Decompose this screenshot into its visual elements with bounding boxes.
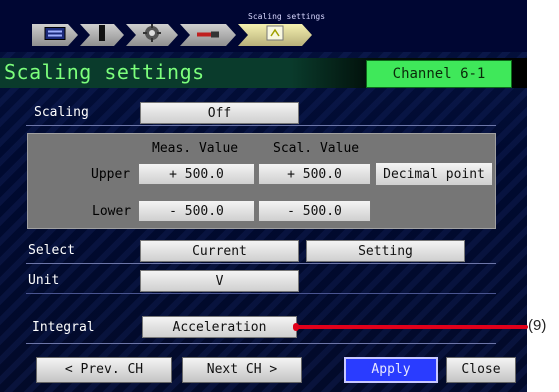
scal-value-header: Scal. Value bbox=[273, 141, 360, 156]
callout-line bbox=[296, 325, 528, 329]
page-title: Scaling settings bbox=[4, 60, 205, 84]
divider bbox=[26, 343, 496, 344]
lower-scal-field[interactable]: - 500.0 bbox=[258, 200, 371, 222]
divider bbox=[26, 263, 496, 264]
upper-scal-field[interactable]: + 500.0 bbox=[258, 163, 371, 185]
scaling-select[interactable]: Off bbox=[140, 102, 299, 124]
divider bbox=[26, 293, 496, 294]
scaling-icon bbox=[263, 24, 287, 46]
scaling-label: Scaling bbox=[34, 105, 89, 120]
step-input[interactable] bbox=[80, 24, 124, 46]
step-gear[interactable] bbox=[126, 24, 178, 46]
close-button[interactable]: Close bbox=[446, 357, 516, 383]
callout-label: (9) bbox=[528, 317, 547, 334]
input-icon bbox=[97, 25, 107, 45]
step-keyboard[interactable] bbox=[32, 24, 78, 46]
breadcrumb-label: Scaling settings bbox=[248, 12, 326, 21]
probe-icon bbox=[195, 26, 221, 45]
upper-label: Upper bbox=[91, 167, 131, 182]
next-channel-button[interactable]: Next CH > bbox=[182, 357, 302, 383]
apply-button[interactable]: Apply bbox=[344, 357, 438, 383]
meas-value-header: Meas. Value bbox=[152, 141, 239, 156]
unit-label: Unit bbox=[28, 273, 60, 288]
step-breadcrumb-bar: Scaling settings bbox=[0, 0, 527, 52]
lower-label: Lower bbox=[92, 204, 132, 219]
channel-badge[interactable]: Channel 6-1 bbox=[366, 60, 512, 88]
select-label: Select bbox=[28, 243, 75, 258]
divider bbox=[26, 125, 496, 126]
gear-icon bbox=[143, 24, 161, 46]
step-scaling[interactable] bbox=[238, 24, 312, 46]
integral-label: Integral bbox=[32, 320, 95, 335]
unit-field[interactable]: V bbox=[140, 270, 299, 292]
upper-meas-field[interactable]: + 500.0 bbox=[138, 163, 255, 185]
keyboard-icon bbox=[44, 26, 66, 45]
step-probe[interactable] bbox=[180, 24, 236, 46]
prev-channel-button[interactable]: < Prev. CH bbox=[36, 357, 172, 383]
integral-select[interactable]: Acceleration bbox=[142, 316, 297, 338]
select-setting-button[interactable]: Setting bbox=[306, 240, 465, 262]
select-current-button[interactable]: Current bbox=[140, 240, 299, 262]
scaling-settings-screen: Scaling settings Scaling settings Channe… bbox=[0, 0, 527, 392]
decimal-point-button[interactable]: Decimal point bbox=[375, 162, 493, 186]
lower-meas-field[interactable]: - 500.0 bbox=[138, 200, 255, 222]
